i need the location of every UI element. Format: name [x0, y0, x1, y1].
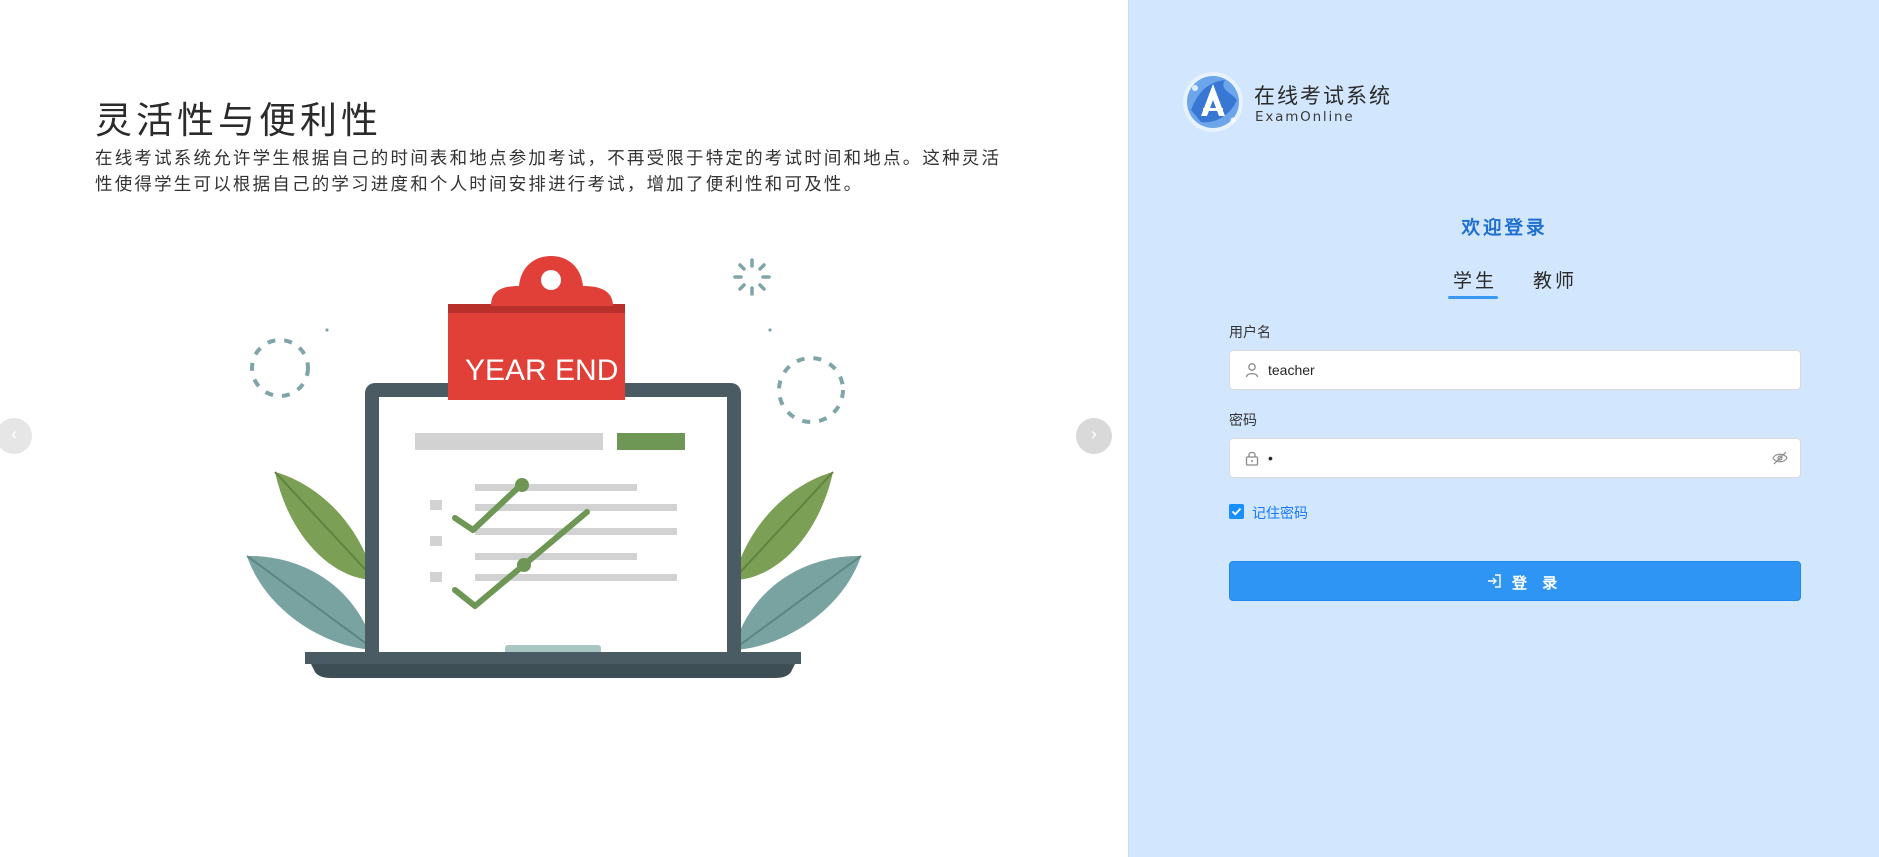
user-icon	[1245, 363, 1259, 378]
tab-student[interactable]: 学生	[1453, 266, 1497, 293]
password-label: 密码	[1229, 413, 1257, 429]
carousel-prev-button[interactable]: ‹	[0, 418, 32, 454]
slide-illustration: YEAR END	[246, 256, 862, 678]
login-arrow-icon	[1488, 574, 1501, 588]
welcome-heading: 欢迎登录	[1461, 218, 1548, 239]
password-input[interactable]	[1268, 439, 1768, 477]
brand-subtitle: ExamOnline	[1255, 109, 1355, 125]
username-input[interactable]	[1268, 351, 1768, 389]
username-label: 用户名	[1229, 325, 1271, 341]
tab-teacher[interactable]: 教师	[1533, 266, 1577, 293]
brand-logo-icon	[1183, 72, 1243, 132]
brand-name: 在线考试系统	[1254, 84, 1392, 108]
login-panel: 在线考试系统 ExamOnline 欢迎登录 学生 教师 用户名 密码	[1128, 0, 1879, 857]
year-end-text: YEAR END	[465, 354, 618, 387]
slide-description: 在线考试系统允许学生根据自己的时间表和地点参加考试，不再受限于特定的考试时间和地…	[95, 149, 1002, 195]
decor-sparkle	[733, 258, 771, 296]
password-field	[1229, 438, 1801, 478]
remember-password-label: 记住密码	[1252, 506, 1308, 522]
lock-icon	[1245, 451, 1259, 466]
login-button-label: 登 录	[1512, 574, 1563, 592]
username-field	[1229, 350, 1801, 390]
eye-off-icon[interactable]	[1772, 451, 1788, 465]
carousel: 灵活性与便利性 在线考试系统允许学生根据自己的时间表和地点参加考试，不再受限于特…	[0, 0, 1128, 857]
login-button[interactable]: 登 录	[1229, 561, 1801, 601]
decor-circle-left	[250, 338, 310, 398]
leaves-right	[732, 471, 862, 651]
active-tab-indicator	[1448, 296, 1498, 299]
leaves-left	[246, 471, 376, 651]
slide-title: 灵活性与便利性	[95, 99, 382, 142]
checkbox-checked-icon[interactable]	[1229, 504, 1244, 519]
decor-circle-right	[777, 356, 845, 424]
carousel-next-button[interactable]: ›	[1076, 418, 1112, 454]
